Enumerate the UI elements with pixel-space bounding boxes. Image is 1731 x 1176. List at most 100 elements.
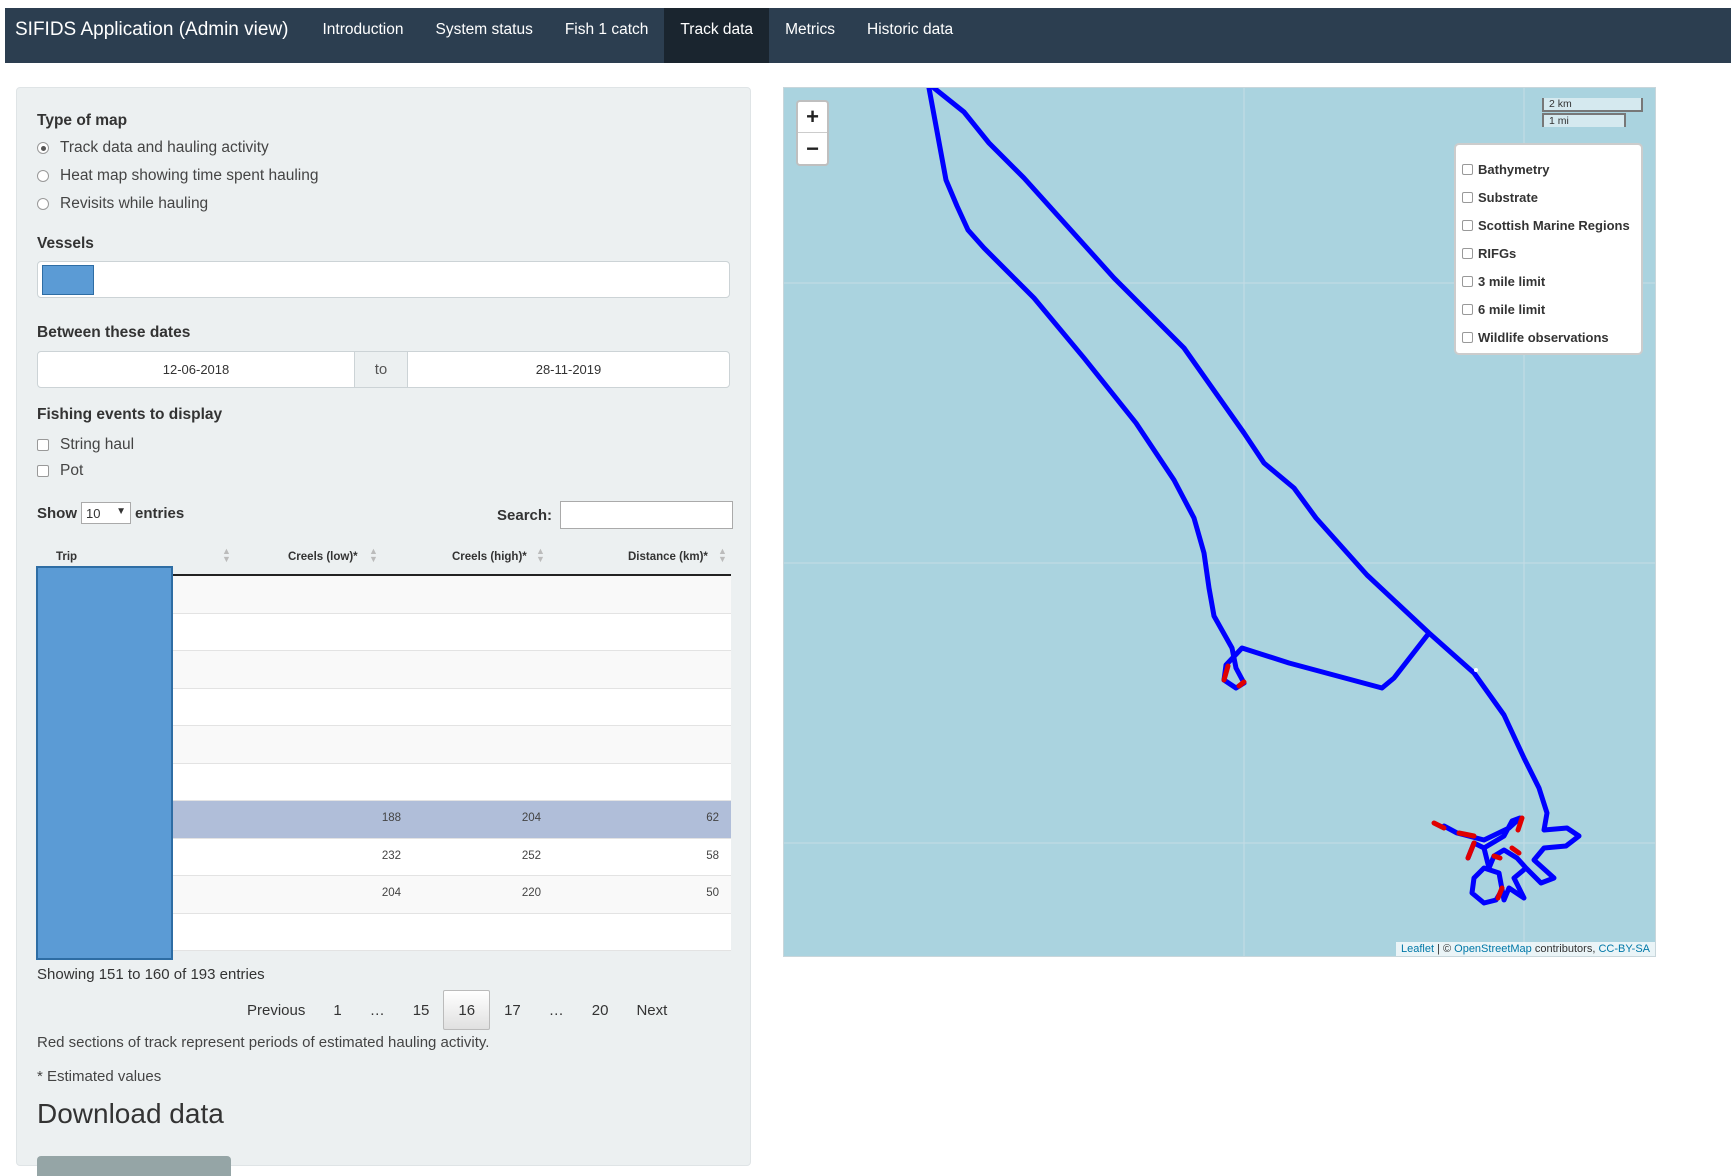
tab-introduction[interactable]: Introduction: [307, 8, 420, 52]
col-creels-high[interactable]: Creels (high)*: [452, 551, 527, 563]
layer-6-mile-limit[interactable]: 6 mile limit: [1462, 295, 1635, 323]
map-panel[interactable]: + − 2 km 1 mi Bathymetry Substrate Scott…: [783, 87, 1656, 957]
layer-label: 3 mile limit: [1478, 273, 1546, 289]
col-trip[interactable]: Trip: [56, 551, 77, 563]
page-next[interactable]: Next: [622, 990, 681, 1030]
page-17[interactable]: 17: [490, 990, 535, 1030]
layer-label: 6 mile limit: [1478, 301, 1546, 317]
vessels-select[interactable]: [37, 261, 730, 298]
layers-control: Bathymetry Substrate Scottish Marine Reg…: [1454, 143, 1643, 355]
layer-wildlife-observations[interactable]: Wildlife observations: [1462, 323, 1635, 351]
vessel-chip[interactable]: [42, 265, 94, 295]
layer-checkbox[interactable]: [1462, 275, 1473, 287]
layer-rifgs[interactable]: RIFGs: [1462, 239, 1635, 267]
scale-bar: 2 km 1 mi: [1542, 98, 1643, 127]
cell-creels-low: 188: [381, 812, 401, 824]
search-label: Search:: [497, 506, 553, 524]
layer-checkbox[interactable]: [1462, 191, 1473, 203]
layer-checkbox[interactable]: [1462, 163, 1473, 175]
navbar: SIFIDS Application (Admin view) Introduc…: [5, 8, 1731, 63]
sort-icon[interactable]: ▲ ▼: [718, 547, 727, 564]
radio-revisits[interactable]: Revisits while hauling: [37, 195, 208, 213]
entries-select[interactable]: 10 ▼: [81, 502, 131, 524]
attribution-sep: | ©: [1434, 943, 1455, 955]
show-entries: Show 10 ▼ entries: [37, 502, 184, 524]
radio-button[interactable]: [37, 170, 49, 182]
download-title: Download data: [37, 1098, 224, 1129]
date-range: 12-06-2018 to 28-11-2019: [37, 351, 730, 388]
entries-value: 10: [86, 505, 101, 521]
entries-label: entries: [135, 504, 185, 522]
page-16-current[interactable]: 16: [443, 990, 491, 1030]
checkbox[interactable]: [37, 439, 49, 451]
sort-icon[interactable]: ▲ ▼: [369, 547, 378, 564]
tab-system-status[interactable]: System status: [420, 8, 549, 52]
dropdown-arrow-icon: ▼: [116, 506, 126, 517]
layer-checkbox[interactable]: [1462, 331, 1473, 343]
cell-distance: 62: [706, 812, 719, 824]
radio-track-data[interactable]: Track data and hauling activity: [37, 139, 269, 157]
layer-bathymetry[interactable]: Bathymetry: [1462, 155, 1635, 183]
date-from-input[interactable]: 12-06-2018: [37, 351, 355, 388]
zoom-in-button[interactable]: +: [798, 102, 827, 133]
radio-label: Revisits while hauling: [60, 195, 209, 212]
col-distance[interactable]: Distance (km)*: [628, 551, 708, 563]
scale-km: 2 km: [1542, 98, 1643, 112]
tab-metrics[interactable]: Metrics: [769, 8, 851, 52]
scale-mi: 1 mi: [1542, 113, 1626, 127]
tab-track-data[interactable]: Track data: [664, 8, 770, 63]
radio-label: Track data and hauling activity: [60, 139, 269, 156]
leaflet-link[interactable]: Leaflet: [1401, 943, 1434, 955]
date-to-input[interactable]: 28-11-2019: [407, 351, 730, 388]
table-search: Search:: [497, 501, 734, 529]
note-hauling: Red sections of track represent periods …: [37, 1034, 490, 1051]
download-button[interactable]: [37, 1156, 231, 1176]
hauling-segment[interactable]: [1221, 663, 1525, 901]
layer-label: Wildlife observations: [1478, 329, 1609, 345]
page-ellipsis: …: [548, 1001, 564, 1019]
radio-label: Heat map showing time spent hauling: [60, 167, 319, 184]
table-info: Showing 151 to 160 of 193 entries: [37, 966, 265, 983]
pagination: Previous 1 … 15 16 17 … 20 Next: [233, 990, 681, 1030]
cell-creels-low: 232: [381, 849, 401, 862]
col-creels-low[interactable]: Creels (low)*: [288, 551, 358, 563]
layer-checkbox[interactable]: [1462, 303, 1473, 315]
sort-icon[interactable]: ▲ ▼: [536, 547, 545, 564]
page-20[interactable]: 20: [578, 990, 623, 1030]
map-marker: [1474, 668, 1478, 672]
radio-button[interactable]: [37, 142, 49, 154]
checkbox-label: String haul: [60, 436, 135, 453]
layer-label: Scottish Marine Regions: [1478, 217, 1630, 233]
layer-3-mile-limit[interactable]: 3 mile limit: [1462, 267, 1635, 295]
tab-historic-data[interactable]: Historic data: [851, 8, 969, 52]
layer-substrate[interactable]: Substrate: [1462, 183, 1635, 211]
attribution-mid: contributors,: [1531, 943, 1599, 955]
sidebar-panel: Type of map Track data and hauling activ…: [16, 87, 751, 1176]
zoom-out-button[interactable]: −: [798, 133, 827, 164]
tab-fish-1-catch[interactable]: Fish 1 catch: [549, 8, 665, 52]
note-estimated: * Estimated values: [37, 1068, 162, 1085]
radio-button[interactable]: [37, 198, 49, 210]
checkbox[interactable]: [37, 465, 49, 477]
layer-checkbox[interactable]: [1462, 247, 1473, 259]
checkbox-string-haul[interactable]: String haul: [37, 436, 134, 454]
app-brand[interactable]: SIFIDS Application (Admin view): [5, 8, 299, 52]
license-link[interactable]: CC-BY-SA: [1598, 943, 1650, 955]
layer-checkbox[interactable]: [1462, 219, 1473, 231]
cell-distance: 58: [706, 849, 719, 862]
osm-link[interactable]: OpenStreetMap: [1454, 943, 1532, 955]
search-input[interactable]: [560, 501, 734, 529]
cell-distance: 50: [706, 887, 719, 899]
layer-label: Substrate: [1478, 189, 1538, 205]
layer-scottish-marine-regions[interactable]: Scottish Marine Regions: [1462, 211, 1635, 239]
page-1[interactable]: 1: [319, 990, 355, 1030]
zoom-control: + −: [796, 100, 829, 166]
radio-heat-map[interactable]: Heat map showing time spent hauling: [37, 167, 318, 185]
vessels-label: Vessels: [37, 235, 94, 252]
map-attribution: Leaflet | © OpenStreetMap contributors, …: [1395, 942, 1655, 956]
sort-icon[interactable]: ▲ ▼: [222, 547, 231, 564]
layer-label: Bathymetry: [1478, 161, 1550, 177]
checkbox-pot[interactable]: Pot: [37, 462, 83, 480]
page-previous[interactable]: Previous: [233, 990, 319, 1030]
page-15[interactable]: 15: [399, 990, 444, 1030]
